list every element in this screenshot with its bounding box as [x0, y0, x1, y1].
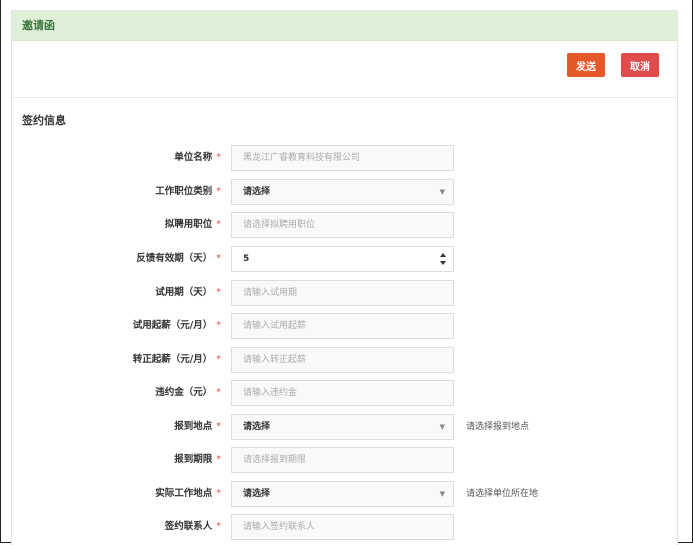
select-value: 请选择	[243, 489, 271, 499]
report-location-hint: 请选择报到地点	[466, 422, 530, 432]
select-value: 请选择	[243, 422, 271, 432]
panel-title: 邀请函	[12, 11, 677, 41]
field-label: 报到期限 *	[174, 447, 221, 473]
label-text: 实际工作地点	[155, 488, 213, 499]
feedback-period-stepper[interactable]: 5	[231, 246, 454, 272]
work-location-select[interactable]: 请选择 ▼	[231, 481, 454, 507]
probation-salary-input[interactable]: 请输入试用起薪	[231, 313, 454, 339]
job-category-select[interactable]: 请选择 ▼	[231, 179, 454, 205]
form-row-report-location: 报到地点 * 请选择 ▼ 请选择报到地点	[12, 414, 677, 440]
required-mark: *	[216, 152, 221, 163]
chevron-down-icon: ▼	[439, 188, 445, 196]
field-label: 签约联系人 *	[165, 514, 221, 540]
work-location-hint: 请选择单位所在地	[466, 489, 539, 499]
form-row-company: 单位名称 * 黑龙江广睿教育科技有限公司	[12, 145, 677, 171]
position-input[interactable]: 请选择拟聘用职位	[231, 212, 454, 238]
probation-input[interactable]: 请输入试用期	[231, 280, 454, 306]
required-mark: *	[216, 488, 221, 499]
report-deadline-input[interactable]: 请选择报到期限	[231, 447, 454, 473]
section-title: 签约信息	[22, 114, 66, 127]
field-label: 单位名称 *	[174, 145, 221, 171]
form-row-regular-salary: 转正起薪（元/月） * 请输入转正起薪	[12, 347, 677, 373]
cancel-button[interactable]: 取消	[621, 53, 659, 77]
form-row-report-deadline: 报到期限 * 请选择报到期限	[12, 447, 677, 473]
required-mark: *	[216, 387, 221, 398]
required-mark: *	[216, 186, 221, 197]
regular-salary-input[interactable]: 请输入转正起薪	[231, 347, 454, 373]
label-text: 试用起薪（元/月）	[132, 320, 213, 331]
label-text: 签约联系人	[164, 521, 213, 532]
required-mark: *	[216, 454, 221, 465]
penalty-input[interactable]: 请输入违约金	[231, 380, 454, 406]
required-mark: *	[216, 219, 221, 230]
chevron-down-icon: ▼	[439, 423, 445, 431]
field-label: 工作职位类别 *	[155, 179, 221, 205]
required-mark: *	[216, 287, 221, 298]
label-text: 报到地点	[174, 421, 213, 432]
form-row-position: 拟聘用职位 * 请选择拟聘用职位	[12, 212, 677, 238]
contact-input[interactable]: 请输入签约联系人	[231, 514, 454, 540]
label-text: 转正起薪（元/月）	[132, 354, 213, 365]
label-text: 试用期（天）	[155, 287, 213, 298]
select-value: 请选择	[243, 187, 271, 197]
field-label: 转正起薪（元/月） *	[133, 347, 221, 373]
window-frame: 邀请函 发送 取消 签约信息 单位名称 * 黑龙江广睿教育科技有限公司 工作职位类…	[0, 0, 693, 545]
field-label: 违约金（元） *	[155, 380, 221, 406]
form-row-penalty: 违约金（元） * 请输入违约金	[12, 380, 677, 406]
send-button[interactable]: 发送	[567, 53, 605, 77]
label-text: 工作职位类别	[155, 186, 213, 197]
field-label: 反馈有效期（天） *	[136, 246, 221, 272]
label-text: 报到期限	[174, 454, 213, 465]
stepper-value: 5	[243, 254, 250, 264]
field-label: 拟聘用职位 *	[165, 212, 221, 238]
field-label: 试用起薪（元/月） *	[133, 313, 221, 339]
field-label: 实际工作地点 *	[155, 481, 221, 507]
spinner-arrows-icon[interactable]	[439, 251, 447, 267]
label-text: 违约金（元）	[155, 387, 213, 398]
chevron-down-icon: ▼	[439, 490, 445, 498]
invitation-panel: 邀请函 发送 取消 签约信息 单位名称 * 黑龙江广睿教育科技有限公司 工作职位类…	[11, 10, 678, 545]
required-mark: *	[216, 320, 221, 331]
form-row-job-category: 工作职位类别 * 请选择 ▼	[12, 179, 677, 205]
required-mark: *	[216, 521, 221, 532]
required-mark: *	[216, 354, 221, 365]
form-row-probation-salary: 试用起薪（元/月） * 请输入试用起薪	[12, 313, 677, 339]
required-mark: *	[216, 253, 221, 264]
label-text: 单位名称	[174, 152, 213, 163]
field-label: 试用期（天） *	[155, 280, 221, 306]
required-mark: *	[216, 421, 221, 432]
label-text: 反馈有效期（天）	[136, 253, 213, 264]
form-row-contact: 签约联系人 * 请输入签约联系人	[12, 514, 677, 540]
toolbar: 发送 取消	[12, 42, 677, 98]
company-name-field: 黑龙江广睿教育科技有限公司	[231, 145, 454, 171]
form-row-feedback-period: 反馈有效期（天） * 5	[12, 246, 677, 272]
label-text: 拟聘用职位	[164, 219, 213, 230]
field-label: 报到地点 *	[174, 414, 221, 440]
form-row-work-location: 实际工作地点 * 请选择 ▼ 请选择单位所在地	[12, 481, 677, 507]
report-location-select[interactable]: 请选择 ▼	[231, 414, 454, 440]
form-row-probation: 试用期（天） * 请输入试用期	[12, 280, 677, 306]
